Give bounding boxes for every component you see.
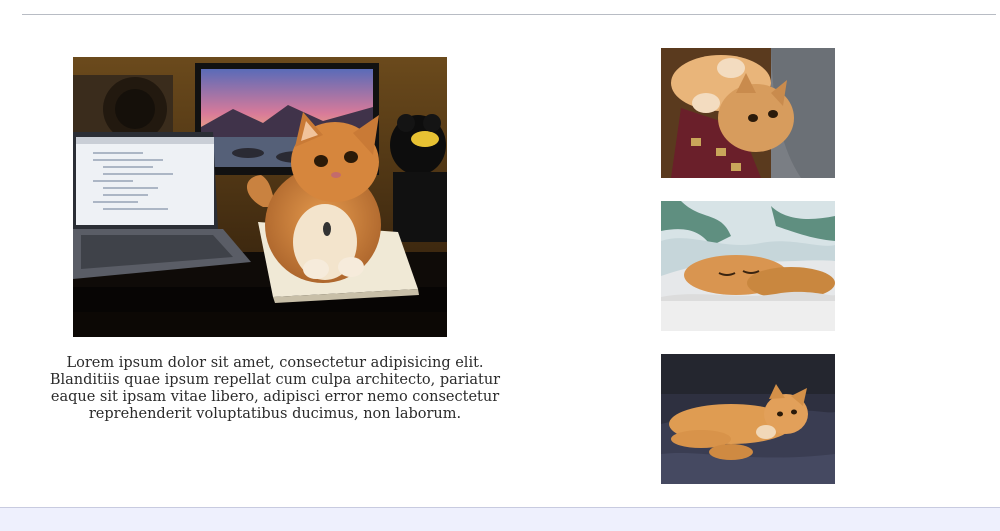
thumbnail-cat-on-couch[interactable]	[661, 354, 835, 484]
main-cat-photo	[73, 57, 447, 337]
footer-bar	[0, 507, 1000, 531]
thumbnail-cat-under-blanket[interactable]	[661, 201, 835, 331]
photo-caption: Lorem ipsum dolor sit amet, consectetur …	[49, 355, 501, 422]
top-divider	[22, 14, 996, 15]
thumbnail-cat-peeking[interactable]	[661, 48, 835, 178]
